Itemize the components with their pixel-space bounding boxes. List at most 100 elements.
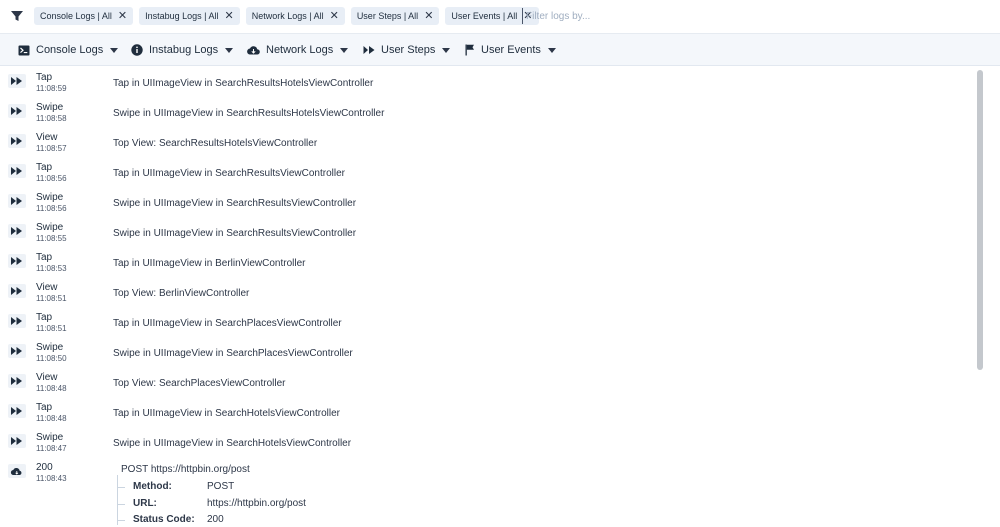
- tab-label: Instabug Logs: [149, 44, 219, 56]
- log-time: 11:08:57: [36, 144, 67, 153]
- tab-console-logs[interactable]: Console Logs: [18, 34, 119, 66]
- filter-chip-label: User Events | All: [451, 11, 518, 21]
- log-type: Swipe: [36, 192, 64, 203]
- log-row[interactable]: Tap 11:08:51 Tap in UIImageView in Searc…: [0, 306, 976, 336]
- log-message: Swipe in UIImageView in SearchResultsVie…: [113, 228, 357, 239]
- tab-network-logs[interactable]: Network Logs: [247, 34, 349, 66]
- user-step-icon: [8, 134, 26, 148]
- user-step-icon: [8, 404, 26, 418]
- detail-key: URL:: [133, 498, 157, 509]
- user-step-icon: [8, 194, 26, 208]
- log-time: 11:08:56: [36, 174, 67, 183]
- log-type: Tap: [36, 252, 53, 263]
- log-type: Tap: [36, 312, 53, 323]
- network-request[interactable]: POST https://httpbin.org/post: [121, 464, 250, 475]
- log-type: Tap: [36, 72, 53, 83]
- log-row[interactable]: Swipe 11:08:58 Swipe in UIImageView in S…: [0, 96, 976, 126]
- chevron-down-icon: [110, 47, 119, 53]
- log-type: Swipe: [36, 102, 64, 113]
- close-icon[interactable]: ✕: [424, 10, 433, 22]
- filter-chip-label: Console Logs | All: [40, 11, 112, 21]
- log-row[interactable]: Swipe 11:08:50 Swipe in UIImageView in S…: [0, 336, 976, 366]
- filter-chips: Console Logs | All ✕ Instabug Logs | All…: [34, 7, 539, 25]
- log-row[interactable]: Swipe 11:08:56 Swipe in UIImageView in S…: [0, 186, 976, 216]
- log-type: Tap: [36, 402, 53, 413]
- log-time: 11:08:47: [36, 444, 67, 453]
- filter-chip-console-logs[interactable]: Console Logs | All ✕: [34, 7, 134, 25]
- log-time: 11:08:51: [36, 294, 67, 303]
- tab-label: User Events: [481, 44, 541, 56]
- detail-value: 200: [207, 514, 224, 525]
- tab-user-steps[interactable]: User Steps: [363, 34, 451, 66]
- tree-line: [117, 475, 118, 525]
- log-time: 11:08:50: [36, 354, 67, 363]
- tree-line: [117, 520, 125, 521]
- filter-logs-input[interactable]: [522, 8, 822, 24]
- detail-value: https://httpbin.org/post: [207, 498, 306, 509]
- log-type: Swipe: [36, 342, 64, 353]
- close-icon[interactable]: ✕: [225, 10, 234, 22]
- log-row[interactable]: Swipe 11:08:55 Swipe in UIImageView in S…: [0, 216, 976, 246]
- user-step-icon: [8, 164, 26, 178]
- tab-user-events[interactable]: User Events: [465, 34, 556, 66]
- log-row[interactable]: Tap 11:08:48 Tap in UIImageView in Searc…: [0, 396, 976, 426]
- detail-value: POST: [207, 481, 235, 492]
- log-type: Swipe: [36, 222, 64, 233]
- log-message: Tap in UIImageView in SearchResultsHotel…: [113, 78, 374, 89]
- log-type: Swipe: [36, 432, 64, 443]
- log-row[interactable]: View 11:08:48 Top View: SearchPlacesView…: [0, 366, 976, 396]
- filter-chip-label: User Steps | All: [356, 11, 419, 21]
- log-row[interactable]: Swipe 11:08:47 Swipe in UIImageView in S…: [0, 426, 976, 456]
- filter-icon[interactable]: [10, 9, 24, 23]
- log-message: Tap in UIImageView in SearchHotelsViewCo…: [113, 408, 340, 419]
- steps-icon: [363, 46, 375, 54]
- log-row[interactable]: Tap 11:08:53 Tap in UIImageView in Berli…: [0, 246, 976, 276]
- close-icon[interactable]: ✕: [118, 10, 127, 22]
- tree-line: [117, 487, 125, 488]
- log-row[interactable]: Tap 11:08:59 Tap in UIImageView in Searc…: [0, 66, 976, 96]
- filter-bar: Console Logs | All ✕ Instabug Logs | All…: [0, 0, 1000, 34]
- log-type: View: [36, 372, 58, 383]
- flag-icon: [465, 44, 474, 56]
- tab-label: Console Logs: [36, 44, 104, 56]
- log-row[interactable]: View 11:08:57 Top View: SearchResultsHot…: [0, 126, 976, 156]
- terminal-icon: [18, 45, 30, 55]
- scrollbar-thumb[interactable]: [977, 70, 983, 370]
- log-time: 11:08:53: [36, 264, 67, 273]
- log-time: 11:08:43: [36, 474, 67, 483]
- log-status-code: 200: [36, 462, 53, 473]
- log-time: 11:08:48: [36, 414, 67, 423]
- log-message: Swipe in UIImageView in SearchResultsHot…: [113, 108, 385, 119]
- user-step-icon: [8, 314, 26, 328]
- info-icon: [131, 44, 143, 56]
- filter-chip-user-steps[interactable]: User Steps | All ✕: [350, 7, 440, 25]
- log-message: Tap in UIImageView in SearchResultsViewC…: [113, 168, 345, 179]
- log-message: Top View: SearchPlacesViewController: [113, 378, 286, 389]
- log-row[interactable]: View 11:08:51 Top View: BerlinViewContro…: [0, 276, 976, 306]
- cloud-icon: [8, 464, 26, 478]
- log-time: 11:08:55: [36, 234, 67, 243]
- cloud-icon: [247, 46, 260, 55]
- log-message: Swipe in UIImageView in SearchResultsVie…: [113, 198, 357, 209]
- tree-line: [117, 504, 125, 505]
- filter-chip-network-logs[interactable]: Network Logs | All ✕: [245, 7, 345, 25]
- chevron-down-icon: [547, 47, 556, 53]
- log-time: 11:08:51: [36, 324, 67, 333]
- tab-instabug-logs[interactable]: Instabug Logs: [131, 34, 234, 66]
- log-message: Tap in UIImageView in BerlinViewControll…: [113, 258, 306, 269]
- user-step-icon: [8, 224, 26, 238]
- network-details: Method: POST URL: https://httpbin.org/po…: [114, 475, 514, 527]
- user-step-icon: [8, 74, 26, 88]
- tab-label: User Steps: [381, 44, 436, 56]
- user-step-icon: [8, 344, 26, 358]
- chevron-down-icon: [225, 47, 234, 53]
- log-row[interactable]: Tap 11:08:56 Tap in UIImageView in Searc…: [0, 156, 976, 186]
- close-icon[interactable]: ✕: [330, 10, 339, 22]
- log-type: View: [36, 132, 58, 143]
- filter-chip-instabug-logs[interactable]: Instabug Logs | All ✕: [139, 7, 240, 25]
- log-time: 11:08:56: [36, 204, 67, 213]
- log-message: Swipe in UIImageView in SearchPlacesView…: [113, 348, 353, 359]
- filter-chip-label: Network Logs | All: [251, 11, 324, 21]
- user-step-icon: [8, 254, 26, 268]
- detail-key: Method:: [133, 481, 172, 492]
